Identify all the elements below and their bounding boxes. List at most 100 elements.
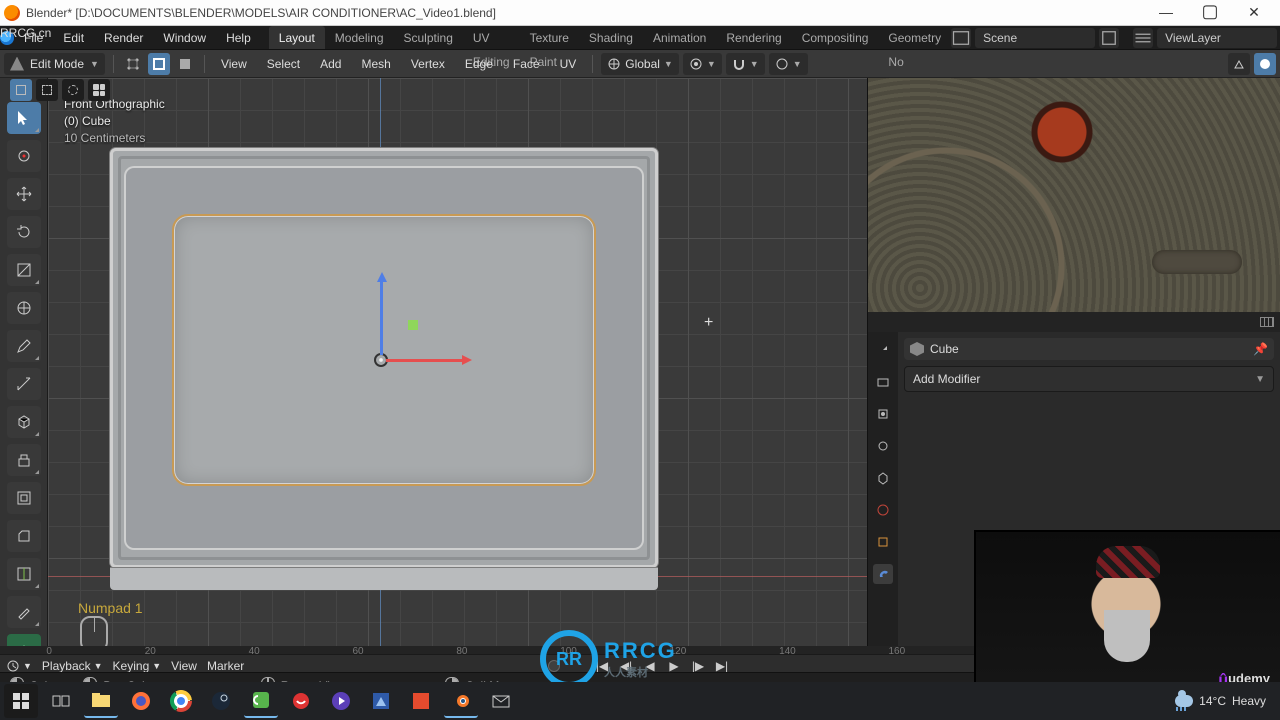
taskbar-blender[interactable] [444,684,478,718]
reference-image-view[interactable] [868,78,1280,312]
selectmode-lasso[interactable] [88,79,110,101]
orientation-dropdown[interactable]: Global ▼ [601,53,679,75]
transform-gizmo[interactable] [374,353,388,367]
mouse-crosshair: + [704,314,713,332]
taskbar-explorer[interactable] [84,684,118,718]
workspace-tab-rendering[interactable]: Rendering [716,26,791,49]
tool-bevel[interactable] [7,520,41,552]
ptab-render[interactable] [873,372,893,392]
autokey-toggle[interactable] [548,660,560,672]
grid-icon[interactable] [1260,317,1274,327]
vp-menu-face[interactable]: Face [505,50,548,78]
scene-browse-icon[interactable] [951,28,971,48]
tool-knife[interactable] [7,596,41,628]
tool-loopcut[interactable] [7,558,41,590]
taskbar-media[interactable] [324,684,358,718]
tool-measure[interactable] [7,368,41,400]
start-button[interactable] [4,684,38,718]
selectmode-tweak[interactable] [10,79,32,101]
workspace-tab-shading[interactable]: Shading [579,26,643,49]
taskbar-mail[interactable] [484,684,518,718]
menu-window[interactable]: Window [153,26,216,49]
workspace-tab-geometry[interactable]: Geometry No [878,26,951,49]
vp-menu-vertex[interactable]: Vertex [403,50,453,78]
menu-edit[interactable]: Edit [53,26,94,49]
vp-menu-edge[interactable]: Edge [457,50,501,78]
taskbar-app-blue[interactable] [364,684,398,718]
selectmode-box[interactable] [36,79,58,101]
maximize-button[interactable]: ▢ [1188,0,1232,26]
add-modifier-dropdown[interactable]: Add Modifier ▼ [904,366,1274,392]
vp-menu-add[interactable]: Add [312,50,349,78]
shading-toggle[interactable] [1254,53,1276,75]
taskbar-app-red[interactable] [284,684,318,718]
tool-cursor[interactable] [7,140,41,172]
tool-rotate[interactable] [7,216,41,248]
timeline-playback-menu[interactable]: Playback ▼ [42,659,103,673]
tool-move[interactable] [7,178,41,210]
select-face-mode[interactable] [174,53,196,75]
tool-inset[interactable] [7,482,41,514]
ptab-scene[interactable] [873,468,893,488]
taskbar-steam[interactable] [204,684,238,718]
workspace-tab-sculpting[interactable]: Sculpting [394,26,463,49]
tool-addcube[interactable] [7,406,41,438]
taskbar-chrome[interactable] [164,684,198,718]
select-edge-mode[interactable] [148,53,170,75]
scene-name-field[interactable]: Scene [975,28,1095,48]
menu-help[interactable]: Help [216,26,261,49]
gizmo-z-arrow[interactable] [377,272,387,282]
proportional-dropdown[interactable]: ▼ [769,53,808,75]
vp-menu-mesh[interactable]: Mesh [353,50,398,78]
viewlayer-name-field[interactable]: ViewLayer [1157,28,1277,48]
tool-select[interactable] [7,102,41,134]
viewlayer-browse-icon[interactable] [1133,28,1153,48]
timeline-marker-menu[interactable]: Marker [207,659,244,673]
selectmode-circle[interactable] [62,79,84,101]
vp-menu-view[interactable]: View [213,50,255,78]
scene-new-icon[interactable] [1099,28,1119,48]
pivot-dropdown[interactable]: ▼ [683,53,722,75]
taskbar-camtasia[interactable] [244,684,278,718]
taskbar-firefox[interactable] [124,684,158,718]
menu-render[interactable]: Render [94,26,153,49]
taskview-icon[interactable] [44,684,78,718]
gizmo-x-arrow[interactable] [462,355,472,365]
ptab-output[interactable] [873,404,893,424]
viewport-3d[interactable]: + Front Orthographic (0) Cube 10 Centime… [48,78,867,672]
ptab-tool[interactable] [873,340,893,360]
select-vertex-mode[interactable] [122,53,144,75]
ptab-world[interactable] [873,500,893,520]
vp-menu-uv[interactable]: UV [552,50,585,78]
workspace-tab-uvediting[interactable]: UV Editing [463,26,520,49]
timeline-view-menu[interactable]: View [171,659,197,673]
tool-annotate[interactable] [7,330,41,362]
workspace-tab-texturepaint[interactable]: Texture Paint [520,26,579,49]
workspace-tab-modeling[interactable]: Modeling [325,26,394,49]
overlay-object: (0) Cube [64,113,165,130]
close-button[interactable]: ✕ [1232,0,1276,26]
workspace-tab-animation[interactable]: Animation [643,26,716,49]
timeline-editor-icon[interactable]: ▼ [6,659,32,673]
windows-taskbar: 14°C Heavy [0,682,1280,720]
ptab-view[interactable] [873,436,893,456]
pin-icon[interactable]: 📌 [1253,342,1268,356]
minimize-button[interactable]: — [1144,0,1188,26]
vp-menu-select[interactable]: Select [259,50,308,78]
properties-header[interactable]: Cube 📌 [904,338,1274,360]
weather-widget[interactable]: 14°C Heavy [1175,694,1276,708]
tool-transform[interactable] [7,292,41,324]
weather-temp: 14°C [1199,694,1226,708]
timeline-keying-menu[interactable]: Keying ▼ [113,659,162,673]
taskbar-app-orange[interactable] [404,684,438,718]
snap-dropdown[interactable]: ▼ [726,53,765,75]
ptab-object[interactable] [873,532,893,552]
ptab-modifier[interactable] [873,564,893,584]
tool-extrude[interactable] [7,444,41,476]
mode-dropdown[interactable]: Edit Mode ▼ [4,53,105,75]
workspace-tab-compositing[interactable]: Compositing [792,26,879,49]
workspace-tab-layout[interactable]: Layout [269,26,325,49]
gizmo-y-handle[interactable] [408,320,418,330]
tool-scale[interactable] [7,254,41,286]
overlay-dropdown[interactable] [1228,53,1250,75]
